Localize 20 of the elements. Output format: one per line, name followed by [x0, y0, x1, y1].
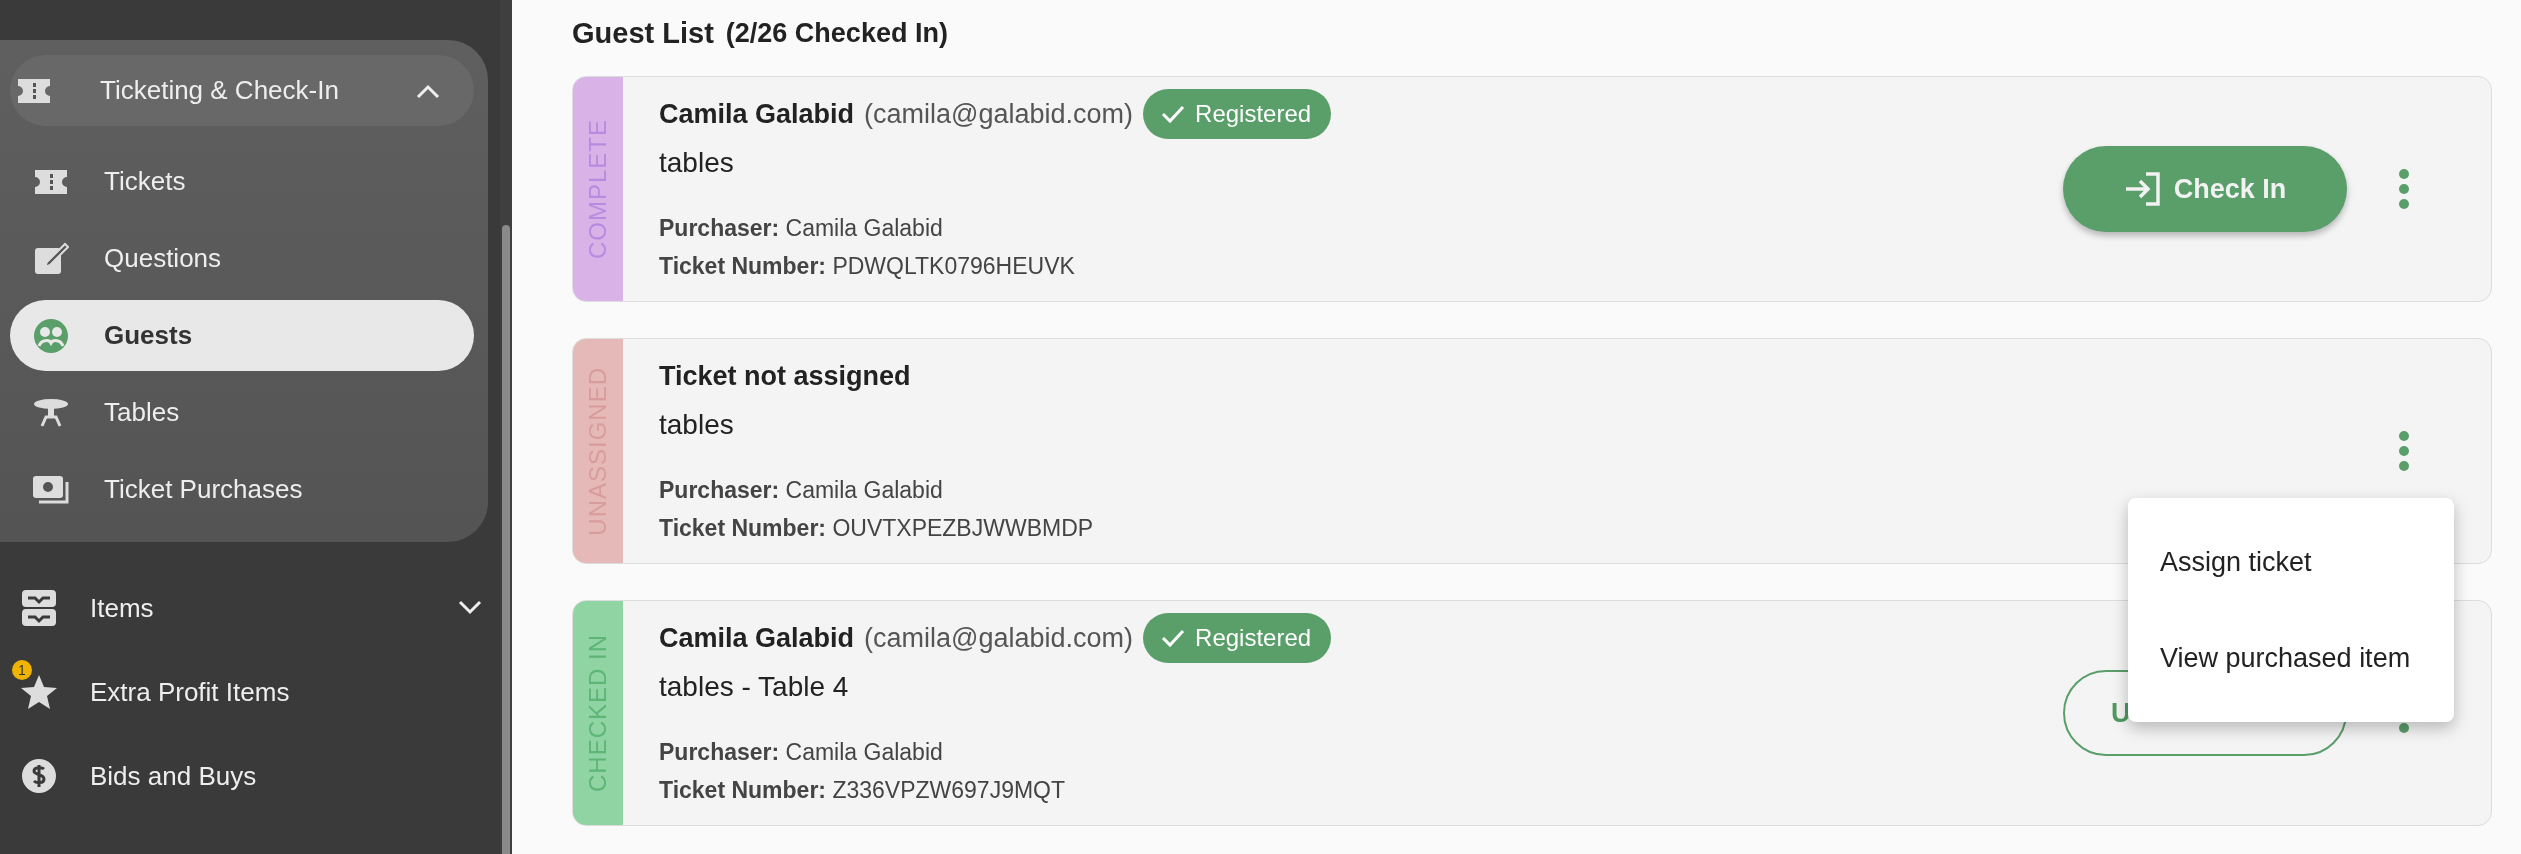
purchaser-line: Purchaser: Camila Galabid [659, 476, 944, 505]
checked-in-count: (2/26 Checked In) [725, 17, 948, 49]
purchaser-line: Purchaser: Camila Galabid [659, 214, 944, 243]
ticket-number-line: Ticket Number: PDWQLTK0796HEUVK [659, 252, 1076, 281]
guest-name: Camila Galabid [659, 622, 855, 654]
group-label: Ticketing & Check-In [100, 75, 340, 106]
count-badge: 1 [12, 660, 32, 680]
registered-badge: Registered [1143, 613, 1332, 663]
guest-name: Ticket not assigned [659, 360, 911, 392]
ticket-number-line: Ticket Number: Z336VPZW697J9MQT [659, 776, 1067, 805]
ticket-type: tables [659, 147, 735, 180]
guest-email: (camila@galabid.com) [864, 622, 1134, 654]
ticket-type: tables [659, 409, 735, 442]
guest-email: (camila@galabid.com) [864, 98, 1134, 130]
guest-name: Camila Galabid [659, 98, 855, 130]
ticket-number-line: Ticket Number: OUVTXPEZBJWWBMDP [659, 514, 1095, 543]
page-title: Guest List [572, 16, 714, 50]
purchaser-line: Purchaser: Camila Galabid [659, 738, 944, 767]
ticket-type: tables - Table 4 [659, 671, 850, 704]
registered-badge: Registered [1143, 89, 1332, 139]
